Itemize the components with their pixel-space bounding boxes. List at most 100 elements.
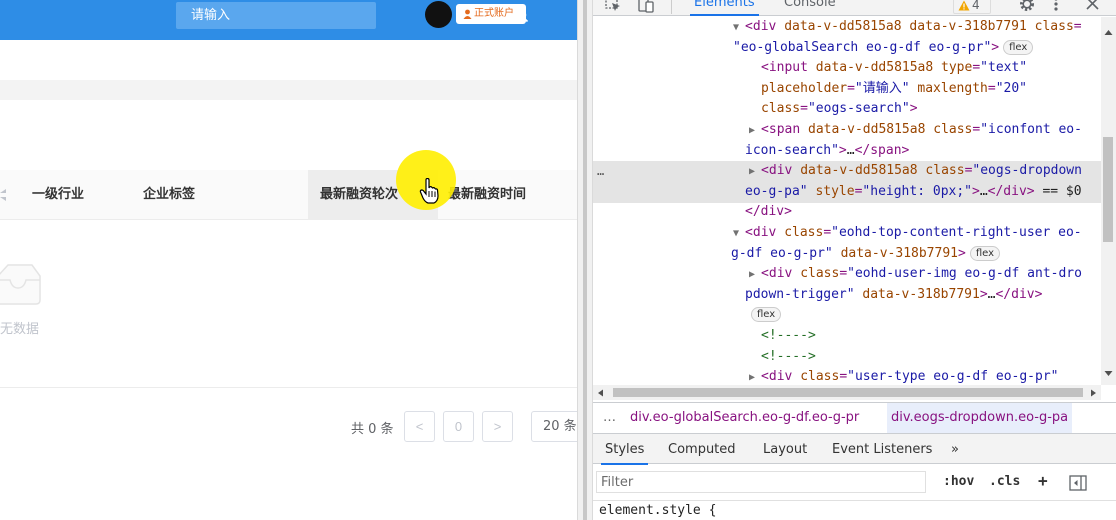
- dom-token: >: [957, 245, 966, 261]
- column-header-tags[interactable]: 企业标签: [143, 170, 195, 220]
- dom-token: =: [839, 266, 848, 282]
- sidebar-toggle-icon[interactable]: [1069, 475, 1087, 491]
- column-header-industry[interactable]: 一级行业: [32, 170, 84, 220]
- dom-line[interactable]: class="eogs-search">: [593, 99, 1101, 120]
- dom-line[interactable]: <!---->: [593, 347, 1101, 368]
- dom-token: maxlength: [909, 80, 988, 96]
- hscroll-thumb[interactable]: [613, 388, 1083, 397]
- tab-styles[interactable]: Styles: [600, 442, 649, 465]
- dom-token: "eogs-dropdown: [972, 163, 1082, 179]
- dom-line[interactable]: flex: [593, 305, 1101, 326]
- tab-computed[interactable]: Computed: [668, 442, 736, 457]
- collapse-arrow-icon[interactable]: ▼: [733, 22, 745, 33]
- expand-arrow-icon[interactable]: ▶: [749, 166, 761, 177]
- scroll-right-icon[interactable]: [1090, 389, 1097, 397]
- dom-token: =: [987, 80, 996, 96]
- close-icon[interactable]: [1086, 0, 1099, 10]
- dom-token: "eo-globalSearch eo-g-df eo-g-pr": [733, 39, 992, 55]
- dom-line[interactable]: <!---->: [593, 326, 1101, 347]
- class-toggle-button[interactable]: .cls: [989, 474, 1020, 489]
- dom-line[interactable]: ▼ <div class="eohd-top-content-right-use…: [593, 223, 1101, 244]
- splitter-grip[interactable]: [583, 0, 587, 520]
- dom-tree[interactable]: ▼ <div data-v-dd5815a8 data-v-318b7791 c…: [593, 17, 1101, 385]
- flex-badge[interactable]: flex: [751, 307, 782, 323]
- dom-line[interactable]: ▶ <span data-v-dd5815a8 class="iconfont …: [593, 120, 1101, 141]
- flex-badge[interactable]: flex: [1003, 39, 1034, 55]
- column-header-funding-date[interactable]: 最新融资时间: [448, 170, 526, 220]
- hover-state-button[interactable]: :hov: [943, 474, 974, 489]
- dom-token: <!---->: [761, 348, 816, 364]
- expand-arrow-icon[interactable]: ▶: [749, 269, 761, 280]
- device-toggle-icon[interactable]: [638, 0, 654, 13]
- dom-horizontal-scrollbar[interactable]: [593, 385, 1101, 400]
- dom-line-content: pdown-trigger" data-v-318b7791>…</div>: [745, 285, 1042, 306]
- warnings-badge[interactable]: 4: [953, 0, 991, 14]
- dom-token: data-v-dd5815a8 class: [808, 122, 973, 137]
- dom-token: pdown-trigger": [745, 286, 855, 302]
- user-icon: [463, 9, 472, 19]
- avatar[interactable]: [425, 1, 452, 28]
- dom-line[interactable]: <input data-v-dd5815a8 type="text": [593, 58, 1101, 79]
- flex-badge[interactable]: flex: [969, 245, 1001, 261]
- pagination-total: 共 0 条: [351, 422, 394, 437]
- dom-token: </span>: [854, 142, 910, 158]
- dom-line-content: class="eogs-search">: [761, 99, 918, 120]
- dom-token: data-v-dd5815a8 type: [815, 60, 973, 76]
- settings-gear-icon[interactable]: [1018, 0, 1036, 13]
- selected-line-dots[interactable]: …: [597, 161, 604, 182]
- tab-console[interactable]: Console: [784, 0, 836, 10]
- dom-line[interactable]: g-df eo-g-pr" data-v-318b7791> flex: [593, 244, 1101, 265]
- prev-page-button[interactable]: <: [404, 411, 435, 442]
- dom-line-selected[interactable]: eo-g-pa" style="height: 0px;">…</div> ==…: [593, 181, 1101, 203]
- dom-line[interactable]: placeholder="请输入" maxlength="20": [593, 79, 1101, 100]
- scroll-thumb[interactable]: [1103, 137, 1113, 242]
- search-input[interactable]: [176, 2, 336, 29]
- breadcrumb-item[interactable]: div.eo-globalSearch.eo-g-df.eo-g-pr: [630, 403, 859, 433]
- scroll-up-icon[interactable]: [1104, 29, 1113, 36]
- warnings-count: 4: [972, 0, 980, 12]
- dom-token: =: [972, 60, 981, 76]
- tab-layout[interactable]: Layout: [763, 442, 807, 457]
- global-search: [176, 2, 529, 29]
- dom-line[interactable]: "eo-globalSearch eo-g-df eo-g-pr"> flex: [593, 38, 1101, 59]
- dom-token: =: [847, 80, 855, 96]
- breadcrumb-overflow[interactable]: …: [603, 403, 616, 433]
- dom-line[interactable]: ▶ <div class="user-type eo-g-df eo-g-pr": [593, 367, 1101, 385]
- dom-token: style: [807, 183, 855, 199]
- tab-event-listeners[interactable]: Event Listeners: [832, 442, 932, 457]
- dom-token: <div: [761, 163, 801, 179]
- expand-arrow-icon[interactable]: ▶: [749, 372, 761, 383]
- dom-line[interactable]: ▼ <div data-v-dd5815a8 data-v-318b7791 c…: [593, 17, 1101, 38]
- tab-elements[interactable]: Elements: [690, 0, 759, 16]
- dom-line[interactable]: ▶ <div class="eohd-user-img eo-g-df ant-…: [593, 264, 1101, 285]
- dom-vertical-scrollbar[interactable]: [1101, 17, 1116, 385]
- sort-caret-icon[interactable]: [0, 187, 6, 203]
- dom-line-selected[interactable]: ▶ <div data-v-dd5815a8 class="eogs-dropd…: [593, 161, 1101, 183]
- page-number[interactable]: 0: [443, 411, 474, 442]
- dom-token: class: [800, 369, 840, 385]
- dom-token: =: [839, 369, 848, 385]
- styles-filter-input[interactable]: [596, 471, 926, 493]
- pane-splitter[interactable]: [577, 0, 593, 520]
- dom-line-content: ▶ <div data-v-dd5815a8 class="eogs-dropd…: [749, 161, 1082, 183]
- more-options-icon[interactable]: [1054, 0, 1058, 12]
- dom-line[interactable]: icon-search">…</span>: [593, 141, 1101, 162]
- user-type-badge[interactable]: 正式账户: [456, 4, 526, 24]
- breadcrumb-item-current[interactable]: div.eogs-dropdown.eo-g-pa: [887, 403, 1073, 433]
- new-rule-button[interactable]: +: [1038, 471, 1048, 490]
- inspect-element-icon[interactable]: [605, 0, 622, 13]
- dom-token: "user-type eo-g-df eo-g-pr": [847, 369, 1059, 385]
- scroll-left-icon[interactable]: [597, 389, 604, 397]
- tab-overflow[interactable]: »: [951, 442, 959, 457]
- dom-token: data-v-318b7791: [832, 245, 958, 261]
- expand-arrow-icon[interactable]: ▶: [749, 125, 761, 136]
- collapse-arrow-icon[interactable]: ▼: [733, 228, 745, 239]
- scroll-down-icon[interactable]: [1104, 370, 1113, 377]
- dom-line[interactable]: pdown-trigger" data-v-318b7791>…</div>: [593, 285, 1101, 306]
- dom-line[interactable]: </div>: [593, 202, 1101, 223]
- dom-token: =: [823, 225, 832, 240]
- dom-token: "请输入": [854, 80, 910, 96]
- dom-token: class: [1034, 19, 1074, 34]
- page-size-select[interactable]: 20 条: [531, 411, 577, 442]
- next-page-button[interactable]: >: [482, 411, 513, 442]
